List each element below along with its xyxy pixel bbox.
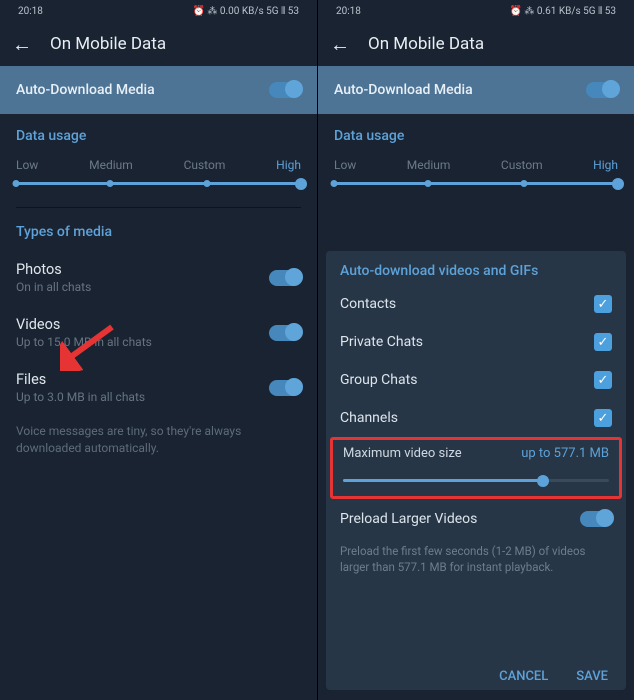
status-bar: 20:18 ⏰ ⁂ 0.00 KB/s 5G ⫴ 53 [0,0,317,22]
usage-levels: Low Medium Custom High [16,158,301,172]
group-chats-checkbox[interactable]: ✓ [594,371,612,389]
save-button[interactable]: SAVE [576,669,608,684]
max-size-value: up to 577.1 MB [521,446,609,461]
cancel-button[interactable]: CANCEL [499,669,548,684]
preload-row[interactable]: Preload Larger Videos [326,499,626,537]
back-icon[interactable]: ← [330,32,350,57]
max-size-label: Maximum video size [343,446,462,461]
auto-download-sheet: Auto-download videos and GIFs Contacts ✓… [326,251,626,690]
contacts-row[interactable]: Contacts ✓ [326,285,626,323]
channels-row[interactable]: Channels ✓ [326,399,626,437]
types-title: Types of media [16,224,301,240]
photos-row[interactable]: Photos On in all chats [0,250,317,305]
status-time: 20:18 [18,6,43,17]
header: ← On Mobile Data [318,22,634,66]
auto-download-banner[interactable]: Auto-Download Media [318,66,634,114]
status-bar: 20:18 ⏰ ⁂ 0.61 KB/s 5G ⫴ 53 [318,0,634,22]
status-time: 20:18 [336,6,361,17]
videos-toggle[interactable] [269,325,301,341]
data-usage-title: Data usage [334,128,618,144]
banner-label: Auto-Download Media [16,82,155,98]
contacts-checkbox[interactable]: ✓ [594,295,612,313]
auto-download-banner[interactable]: Auto-Download Media [0,66,317,114]
page-title: On Mobile Data [50,34,166,54]
banner-label: Auto-Download Media [334,82,473,98]
data-usage-title: Data usage [16,128,301,144]
voice-note: Voice messages are tiny, so they're alwa… [0,415,317,465]
status-indicators: ⏰ ⁂ 0.00 KB/s 5G ⫴ 53 [193,6,300,17]
max-size-slider[interactable] [343,479,609,482]
files-toggle[interactable] [269,380,301,396]
back-icon[interactable]: ← [12,32,32,57]
usage-levels: Low Medium Custom High [334,158,618,172]
header: ← On Mobile Data [0,22,317,66]
files-row[interactable]: Files Up to 3.0 MB in all chats [0,360,317,415]
status-indicators: ⏰ ⁂ 0.61 KB/s 5G ⫴ 53 [510,6,617,17]
private-chats-checkbox[interactable]: ✓ [594,333,612,351]
group-chats-row[interactable]: Group Chats ✓ [326,361,626,399]
videos-row[interactable]: Videos Up to 15.0 MB in all chats [0,305,317,360]
highlight-annotation: Maximum video size up to 577.1 MB [330,437,622,499]
preload-toggle[interactable] [580,511,612,527]
usage-slider[interactable] [16,182,301,185]
channels-checkbox[interactable]: ✓ [594,409,612,427]
page-title: On Mobile Data [368,34,484,54]
private-chats-row[interactable]: Private Chats ✓ [326,323,626,361]
preload-note: Preload the first few seconds (1-2 MB) o… [326,537,626,581]
sheet-title: Auto-download videos and GIFs [326,263,626,285]
auto-download-toggle[interactable] [586,82,618,98]
auto-download-toggle[interactable] [269,82,301,98]
usage-slider[interactable] [334,182,618,185]
photos-toggle[interactable] [269,270,301,286]
